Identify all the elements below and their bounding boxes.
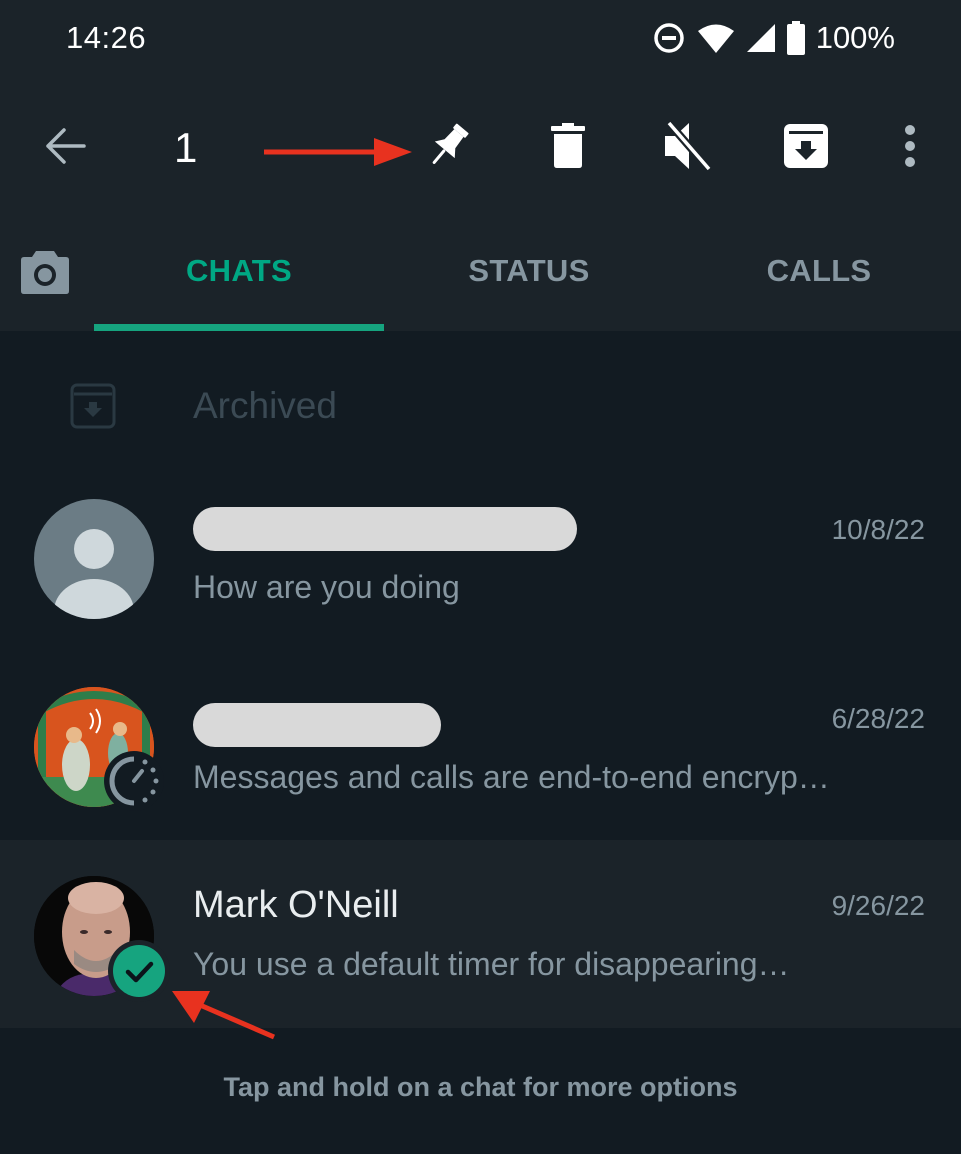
more-vertical-icon	[903, 124, 917, 173]
redacted-contact-name	[193, 507, 577, 551]
active-tab-indicator	[94, 324, 384, 331]
do-not-disturb-icon	[652, 21, 686, 55]
mute-button[interactable]	[657, 118, 717, 178]
annotation-arrow-pin	[264, 138, 412, 166]
wifi-icon	[696, 22, 736, 54]
camera-tab[interactable]	[14, 244, 76, 304]
header: 14:26 100% 1 CHATS STATUS CALLS	[0, 0, 961, 331]
chat-contact-name: Mark O'Neill	[193, 884, 399, 926]
status-time: 14:26	[66, 20, 147, 55]
redacted-contact-name	[193, 703, 441, 747]
default-person-avatar	[34, 499, 154, 619]
battery-percent: 100%	[815, 20, 895, 55]
whatsapp-chat-list-screen: 14:26 100% 1 CHATS STATUS CALLS Archived…	[0, 0, 961, 1154]
mute-icon	[661, 119, 713, 178]
archive-icon	[783, 123, 829, 174]
chat-list-item[interactable]: 6/28/22 Messages and calls are end-to-en…	[0, 653, 961, 841]
selection-action-bar: 1	[0, 100, 961, 196]
archived-label: Archived	[193, 385, 337, 426]
archive-button[interactable]	[776, 118, 836, 178]
trash-icon	[550, 122, 586, 174]
tab-chats[interactable]: CHATS	[94, 228, 384, 331]
footer-hint: Tap and hold on a chat for more options	[223, 1072, 738, 1102]
chat-preview: You use a default timer for disappearing…	[193, 946, 790, 982]
archive-icon	[70, 383, 116, 434]
tab-calls[interactable]: CALLS	[674, 228, 961, 331]
chat-list-item-selected[interactable]: Mark O'Neill 9/26/22 You use a default t…	[0, 840, 961, 1028]
chat-date: 6/28/22	[831, 703, 925, 734]
pin-icon	[425, 121, 471, 176]
chat-date: 10/8/22	[831, 514, 925, 545]
selected-check-icon	[108, 940, 170, 1002]
cell-signal-icon	[746, 23, 776, 53]
camera-icon	[20, 249, 70, 300]
chat-date: 9/26/22	[831, 890, 925, 921]
status-bar: 14:26 100%	[0, 0, 961, 80]
pin-button[interactable]	[418, 118, 478, 178]
back-button[interactable]	[34, 118, 94, 178]
chat-list-item[interactable]: 10/8/22 How are you doing	[0, 465, 961, 653]
battery-icon	[786, 21, 806, 55]
arrow-left-icon	[42, 126, 86, 171]
disappearing-timer-icon	[104, 751, 164, 811]
selected-count: 1	[174, 124, 198, 171]
archived-row[interactable]: Archived	[0, 345, 961, 470]
delete-button[interactable]	[538, 118, 598, 178]
more-options-button[interactable]	[880, 118, 940, 178]
tab-status[interactable]: STATUS	[384, 228, 674, 331]
chat-preview: How are you doing	[193, 569, 460, 605]
status-icons: 100%	[652, 18, 895, 58]
chat-preview: Messages and calls are end-to-end encryp…	[193, 759, 830, 795]
tab-bar: CHATS STATUS CALLS	[0, 228, 961, 331]
